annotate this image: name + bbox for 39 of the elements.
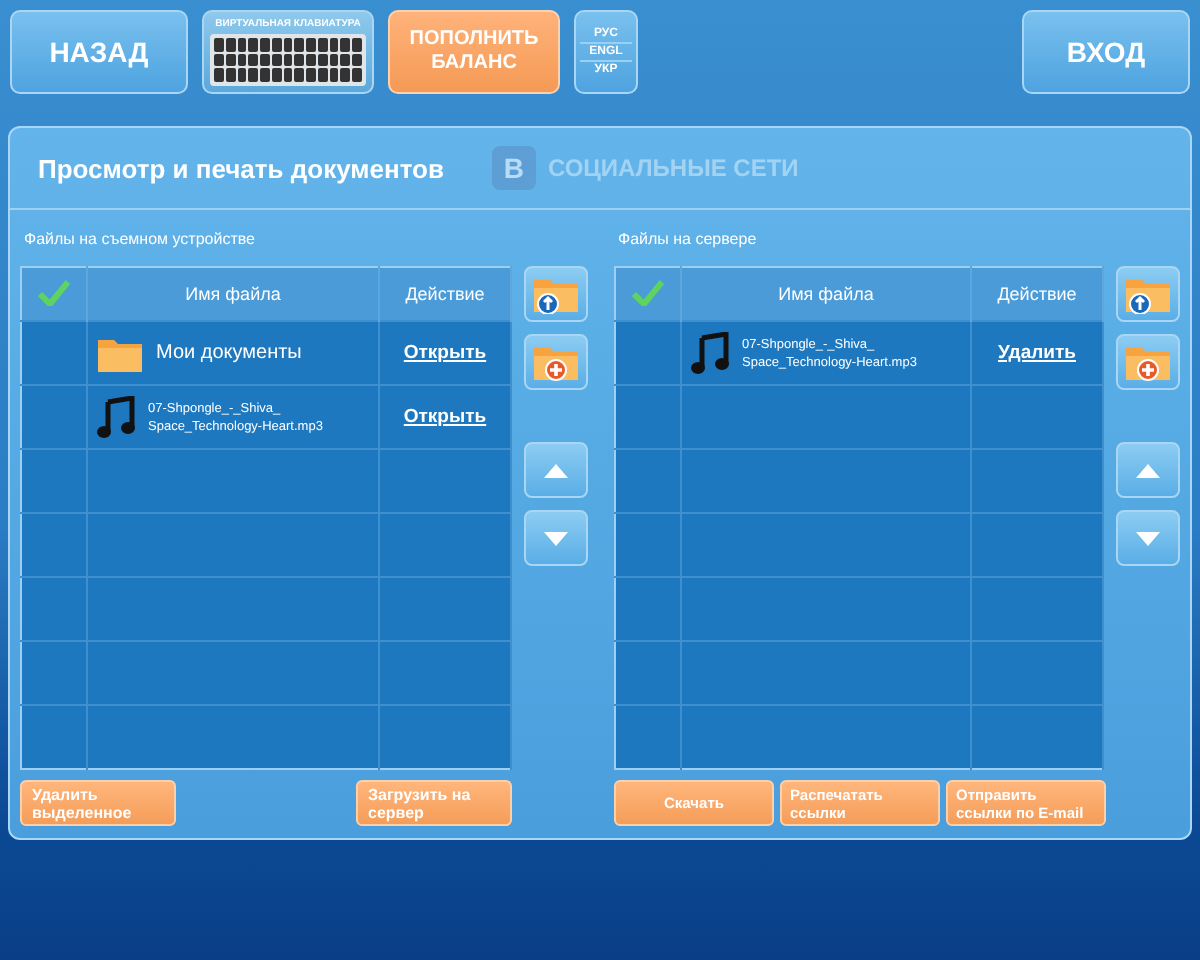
vk-logo-icon: В (491, 146, 536, 190)
top-up-balance-button[interactable]: ПОПОЛНИТЬ БАЛАНС (388, 10, 560, 94)
up-arrow-icon (544, 463, 568, 477)
section-label: Файлы на сервере (616, 227, 759, 252)
upload-folder-button[interactable] (524, 266, 588, 322)
folder-arrow-icon (532, 274, 580, 314)
column-header: Действие (971, 267, 1103, 321)
section-label: Файлы на съемном устройстве (22, 227, 257, 252)
back-button[interactable]: НАЗАД (10, 10, 188, 94)
checkmark-icon (632, 279, 664, 305)
login-button[interactable]: ВХОД (1022, 10, 1190, 94)
file-action-link[interactable]: Удалить (998, 342, 1076, 364)
folder-arrow-icon (1124, 274, 1172, 314)
scroll-up-button[interactable] (1116, 442, 1180, 498)
column-header: Имя файла (681, 267, 971, 321)
file-action-link[interactable]: Открыть (403, 342, 487, 364)
down-arrow-icon (544, 531, 568, 545)
music-note-icon (690, 331, 730, 375)
scroll-up-button[interactable] (524, 442, 588, 498)
folder-plus-icon (1124, 342, 1172, 382)
social-networks-label: СОЦИАЛЬНЫЕ СЕТИ (547, 154, 799, 182)
action-button[interactable]: Загрузить на сервер (356, 780, 512, 826)
new-folder-button[interactable] (1116, 334, 1180, 390)
file-action-link[interactable]: Открыть (403, 406, 487, 428)
scroll-down-button[interactable] (1116, 510, 1180, 566)
folder-plus-icon (532, 342, 580, 382)
scroll-down-button[interactable] (524, 510, 588, 566)
new-folder-button[interactable] (524, 334, 588, 390)
upload-folder-button[interactable] (1116, 266, 1180, 322)
keyboard-icon (210, 34, 366, 86)
action-button[interactable]: Удалить выделенное (20, 780, 176, 826)
panel-title: Просмотр и печать документов (38, 153, 444, 183)
down-arrow-icon (1136, 531, 1160, 545)
column-header: Имя файла (87, 267, 379, 321)
up-arrow-icon (1136, 463, 1160, 477)
music-note-icon (96, 395, 136, 439)
checkmark-icon (38, 279, 70, 305)
column-header: Действие (379, 267, 511, 321)
file-name: Мои документы (156, 342, 302, 364)
